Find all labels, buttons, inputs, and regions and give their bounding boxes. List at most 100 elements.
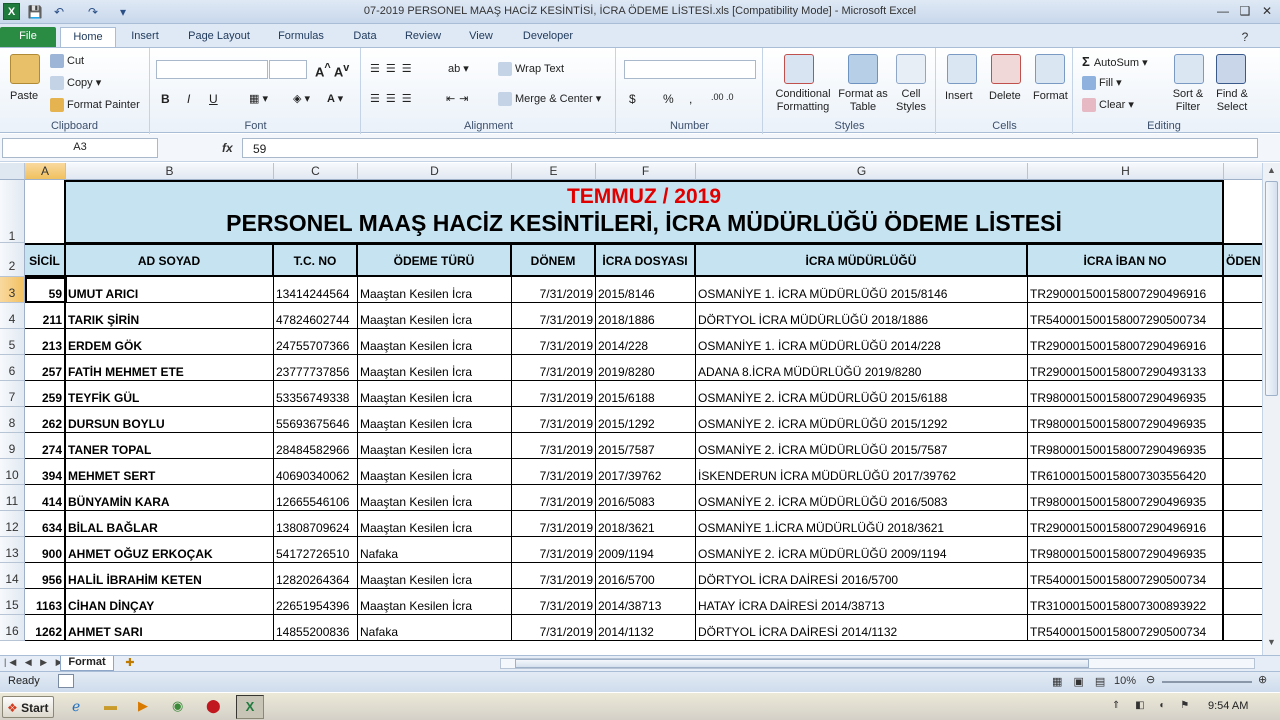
cell-sicil[interactable]: 634 [25,511,66,537]
tab-page-layout[interactable]: Page Layout [178,27,260,48]
tray-icons[interactable]: ⇑ ◧ ◐ ⚑ [1112,700,1195,711]
cell-odenen[interactable] [1224,381,1262,407]
borders-icon[interactable]: ▦ ▾ [249,92,268,105]
format-button[interactable]: Format [1033,90,1068,102]
vertical-align-icons[interactable]: ☰☰☰ [370,62,418,75]
cell-icra-dosyasi[interactable]: 2009/1194 [596,537,696,563]
cell-icra-dosyasi[interactable]: 2016/5700 [596,563,696,589]
start-button[interactable]: ❖ Start [2,696,54,718]
cell-donem[interactable]: 7/31/2019 [512,511,596,537]
title-cell[interactable]: TEMMUZ / 2019 PERSONEL MAAŞ HACİZ KESİNT… [66,180,1224,243]
row-header[interactable]: 15 [0,589,25,615]
col-header-d[interactable]: D [358,163,512,180]
cell-icra-mudurlugu[interactable]: OSMANİYE 1.İCRA MÜDÜRLÜĞÜ 2018/3621 [696,511,1028,537]
tab-insert[interactable]: Insert [120,27,170,48]
cell-odeme-turu[interactable]: Maaştan Kesilen İcra [358,381,512,407]
decimal-icons[interactable]: .00 .0 [711,92,734,102]
cell-donem[interactable]: 7/31/2019 [512,407,596,433]
header-icra-iban-no[interactable]: İCRA İBAN NO [1028,243,1224,277]
cell-icra-dosyasi[interactable]: 2014/1132 [596,615,696,641]
cell-odeme-turu[interactable]: Maaştan Kesilen İcra [358,407,512,433]
cell-ad-soyad[interactable]: CİHAN DİNÇAY [66,589,274,615]
cell-odeme-turu[interactable]: Maaştan Kesilen İcra [358,355,512,381]
cell-odenen[interactable] [1224,433,1262,459]
cell-icra-iban-no[interactable]: TR540001500158007290500734 [1028,303,1224,329]
cell-tc-no[interactable]: 13808709624 [274,511,358,537]
comma-button[interactable]: , [689,92,692,106]
cell-icra-dosyasi[interactable]: 2015/8146 [596,277,696,303]
cell-tc-no[interactable]: 24755707366 [274,329,358,355]
cell-donem[interactable]: 7/31/2019 [512,381,596,407]
cell-donem[interactable]: 7/31/2019 [512,589,596,615]
new-sheet-icon[interactable]: ✚ [118,656,142,671]
scroll-down-icon[interactable]: ▼ [1265,637,1278,651]
grow-font-icon[interactable]: A^ Av [315,62,349,79]
insert-button[interactable]: Insert [945,90,973,102]
fill-color-icon[interactable]: ◈ ▾ [293,92,310,105]
row-header-1[interactable]: 1 [0,180,25,243]
col-header-i[interactable] [1224,163,1262,180]
cell-icra-dosyasi[interactable]: 2018/1886 [596,303,696,329]
cell-tc-no[interactable]: 14855200836 [274,615,358,641]
insert-function-icon[interactable]: fx [222,141,233,155]
cell-sicil[interactable]: 414 [25,485,66,511]
cell-odeme-turu[interactable]: Maaştan Kesilen İcra [358,485,512,511]
cell-icra-dosyasi[interactable]: 2016/5083 [596,485,696,511]
sort-filter-button[interactable]: Sort & Filter [1166,88,1210,114]
close-icon[interactable]: ✕ [1256,2,1278,20]
horizontal-align-icons[interactable]: ☰☰☰ [370,92,418,105]
cell-sicil[interactable]: 1163 [25,589,66,615]
cell-odenen[interactable] [1224,355,1262,381]
paste-icon[interactable] [10,54,40,84]
cell-icra-dosyasi[interactable]: 2014/228 [596,329,696,355]
cell-ad-soyad[interactable]: BİLAL BAĞLAR [66,511,274,537]
cell-icra-iban-no[interactable]: TR290001500158007290496916 [1028,277,1224,303]
col-header-g[interactable]: G [696,163,1028,180]
fill-button[interactable]: Fill ▾ [1082,76,1122,91]
row-header[interactable]: 7 [0,381,25,407]
header-tc-no[interactable]: T.C. NO [274,243,358,277]
font-color-icon[interactable]: A ▾ [327,92,343,105]
clear-button[interactable]: Clear ▾ [1082,98,1134,113]
cell-odenen[interactable] [1224,537,1262,563]
header-odeme-turu[interactable]: ÖDEME TÜRÜ [358,243,512,277]
cell-i1[interactable] [1224,180,1262,243]
delete-button[interactable]: Delete [989,90,1021,102]
cell-odeme-turu[interactable]: Maaştan Kesilen İcra [358,433,512,459]
tab-view[interactable]: View [458,27,504,48]
col-header-b[interactable]: B [66,163,274,180]
cell-tc-no[interactable]: 23777737856 [274,355,358,381]
cell-ad-soyad[interactable]: TARIK ŞİRİN [66,303,274,329]
row-header[interactable]: 11 [0,485,25,511]
wrap-text-button[interactable]: Wrap Text [498,62,564,76]
autosum-button[interactable]: Σ AutoSum ▾ [1082,54,1148,69]
row-header[interactable]: 13 [0,537,25,563]
cell-tc-no[interactable]: 47824602744 [274,303,358,329]
cell-odenen[interactable] [1224,459,1262,485]
cell-icra-iban-no[interactable]: TR980001500158007290496935 [1028,433,1224,459]
cell-icra-mudurlugu[interactable]: DÖRTYOL İCRA DAİRESİ 2016/5700 [696,563,1028,589]
cut-button[interactable]: Cut [50,54,84,68]
header-sicil[interactable]: SİCİL [25,243,66,277]
hscroll-thumb[interactable] [515,659,1089,668]
cell-sicil[interactable]: 394 [25,459,66,485]
cell-tc-no[interactable]: 12665546106 [274,485,358,511]
folder-icon[interactable]: ▬ [104,698,117,713]
cell-donem[interactable]: 7/31/2019 [512,485,596,511]
row-header[interactable]: 3 [0,277,25,303]
cell-sicil[interactable]: 257 [25,355,66,381]
cell-ad-soyad[interactable]: UMUT ARICI [66,277,274,303]
row-header-2[interactable]: 2 [0,243,25,277]
cell-ad-soyad[interactable]: TEYFİK GÜL [66,381,274,407]
cell-ad-soyad[interactable]: MEHMET SERT [66,459,274,485]
vertical-scrollbar[interactable]: ▲ ▼ [1262,163,1280,655]
cell-icra-iban-no[interactable]: TR290001500158007290496916 [1028,329,1224,355]
media-player-icon[interactable]: ▶ [138,698,148,714]
cell-sicil[interactable]: 59 [25,277,66,303]
tab-review[interactable]: Review [396,27,450,48]
find-select-button[interactable]: Find & Select [1212,88,1252,114]
copy-button[interactable]: Copy ▾ [50,76,101,91]
minimize-icon[interactable]: — [1212,2,1234,20]
orientation-icon[interactable]: ab ▾ [448,62,469,75]
cell-ad-soyad[interactable]: DURSUN BOYLU [66,407,274,433]
